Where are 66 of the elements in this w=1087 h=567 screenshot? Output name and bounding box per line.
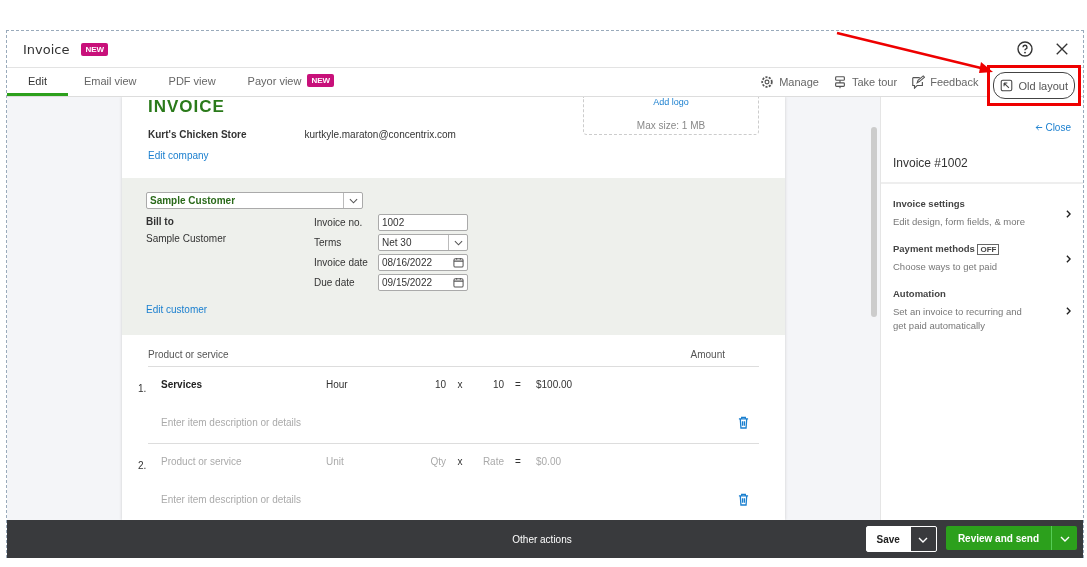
calendar-icon xyxy=(453,257,464,268)
feedback-icon xyxy=(911,75,926,89)
chevron-right-icon xyxy=(1066,254,1071,263)
layout-icon xyxy=(1000,79,1014,92)
edit-company-link[interactable]: Edit company xyxy=(148,150,209,161)
chevron-right-icon xyxy=(1066,209,1071,218)
invoice-heading: INVOICE xyxy=(148,97,226,117)
bill-to-label: Bill to xyxy=(146,216,175,227)
close-icon[interactable] xyxy=(1055,42,1069,56)
line-number: 1. xyxy=(138,383,147,394)
field-label: Invoice date xyxy=(314,257,369,268)
chevron-right-icon xyxy=(1066,306,1071,315)
input-field[interactable]: Net 30 xyxy=(378,234,468,251)
input-field[interactable]: 09/15/2022 xyxy=(378,274,468,291)
input-field[interactable]: 08/16/2022 xyxy=(378,254,468,271)
caret-icon xyxy=(918,536,929,543)
field-label: Due date xyxy=(314,277,356,288)
settings-item[interactable]: Invoice settings Edit design, form fields, & more xyxy=(893,198,1071,229)
logo-dropzone[interactable]: Add logo Max size: 1 MB xyxy=(583,97,759,135)
edit-customer-link[interactable]: Edit customer xyxy=(146,304,208,315)
field-label: Invoice no. xyxy=(314,217,364,228)
other-actions-link[interactable]: Other actions xyxy=(512,533,572,545)
close-link[interactable]: Close xyxy=(1034,122,1071,133)
toolbar-button[interactable]: Feedback xyxy=(904,68,986,96)
column-header: Amount xyxy=(690,349,725,360)
field-label: Terms xyxy=(314,237,343,248)
trash-icon[interactable] xyxy=(738,415,749,429)
times-sign: x xyxy=(456,378,464,390)
line-amount: $100.00 xyxy=(536,378,573,390)
equals-sign: = xyxy=(514,455,522,467)
review-and-send-button[interactable]: Review and send xyxy=(945,526,1051,550)
tab[interactable]: Payor view NEW xyxy=(231,68,351,96)
column-header: Product or service xyxy=(148,349,229,360)
caret-icon xyxy=(348,197,358,204)
toolbar-button[interactable]: Old layout xyxy=(993,72,1075,99)
unit-field[interactable]: Hour xyxy=(326,378,416,390)
company-email: kurtkyle.maraton@concentrix.com xyxy=(304,129,456,140)
signpost-icon xyxy=(832,75,847,89)
window-title: Invoice xyxy=(23,41,70,57)
rate-field[interactable]: 10 xyxy=(474,378,504,390)
toolbar-button[interactable]: Manage xyxy=(753,68,826,96)
new-badge: NEW xyxy=(81,42,109,56)
settings-item[interactable]: Payment methods OFF Choose ways to get paid xyxy=(893,243,1071,274)
qty-field[interactable]: 10 xyxy=(416,378,446,390)
tab[interactable]: Email view xyxy=(67,68,153,96)
company-name: Kurt's Chicken Store xyxy=(148,129,247,140)
line-number: 2. xyxy=(138,460,147,471)
caret-icon xyxy=(1059,535,1070,542)
toolbar-button[interactable]: Take tour xyxy=(825,68,905,96)
customer-select[interactable]: Sample Customer xyxy=(146,192,363,209)
help-icon[interactable] xyxy=(1017,41,1033,57)
arrow-left-icon xyxy=(1034,124,1043,131)
bill-to-name: Sample Customer xyxy=(146,233,228,244)
calendar-icon xyxy=(453,277,464,288)
save-button[interactable]: Save xyxy=(866,527,910,551)
tab[interactable]: PDF view xyxy=(152,68,232,96)
equals-sign: = xyxy=(514,378,522,390)
line-amount: $0.00 xyxy=(536,455,562,467)
panel-title: Invoice #1002 xyxy=(881,156,1083,184)
input-field[interactable]: 1002 xyxy=(378,214,468,231)
settings-icon xyxy=(760,75,775,89)
caret-icon xyxy=(453,239,463,246)
times-sign: x xyxy=(456,455,464,467)
settings-item[interactable]: Automation Set an invoice to recurring and get paid automatically xyxy=(893,288,1071,333)
trash-icon[interactable] xyxy=(738,492,749,506)
product-field[interactable]: Services xyxy=(161,378,326,390)
